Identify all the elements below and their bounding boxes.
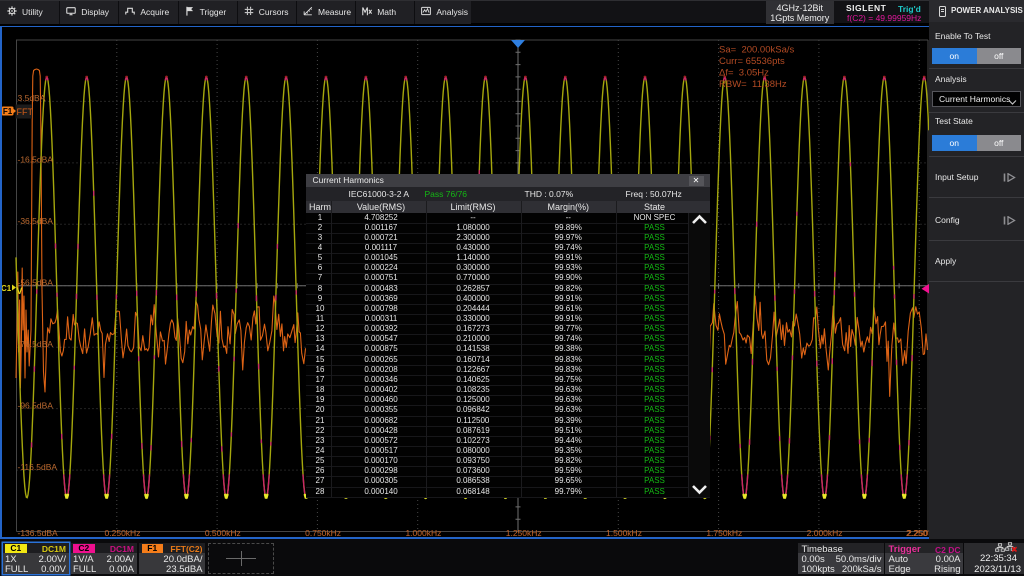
svg-text:-96.5dBA: -96.5dBA	[18, 400, 54, 410]
svg-text:-56.5dBA: -56.5dBA	[18, 278, 54, 288]
svg-text:-16.5dBA: -16.5dBA	[18, 155, 54, 165]
svg-text:Δf= 3.05Hz: Δf= 3.05Hz	[719, 68, 769, 79]
svg-text:V: V	[17, 286, 23, 296]
svg-text:Sa= 200.00kSa/s: Sa= 200.00kSa/s	[719, 45, 795, 56]
svg-text:C1: C1	[1, 284, 12, 293]
svg-text:-36.5dBA: -36.5dBA	[18, 216, 54, 226]
svg-text:-116.5dBA: -116.5dBA	[18, 462, 58, 472]
svg-text:RBW= 11.38Hz: RBW= 11.38Hz	[719, 79, 787, 90]
svg-text:3.5dBA: 3.5dBA	[18, 93, 46, 103]
svg-text:Curr= 65536pts: Curr= 65536pts	[719, 56, 785, 67]
svg-text:FFT: FFT	[17, 107, 34, 117]
svg-text:-76.5dBA: -76.5dBA	[18, 339, 54, 349]
svg-text:F1: F1	[3, 107, 13, 116]
